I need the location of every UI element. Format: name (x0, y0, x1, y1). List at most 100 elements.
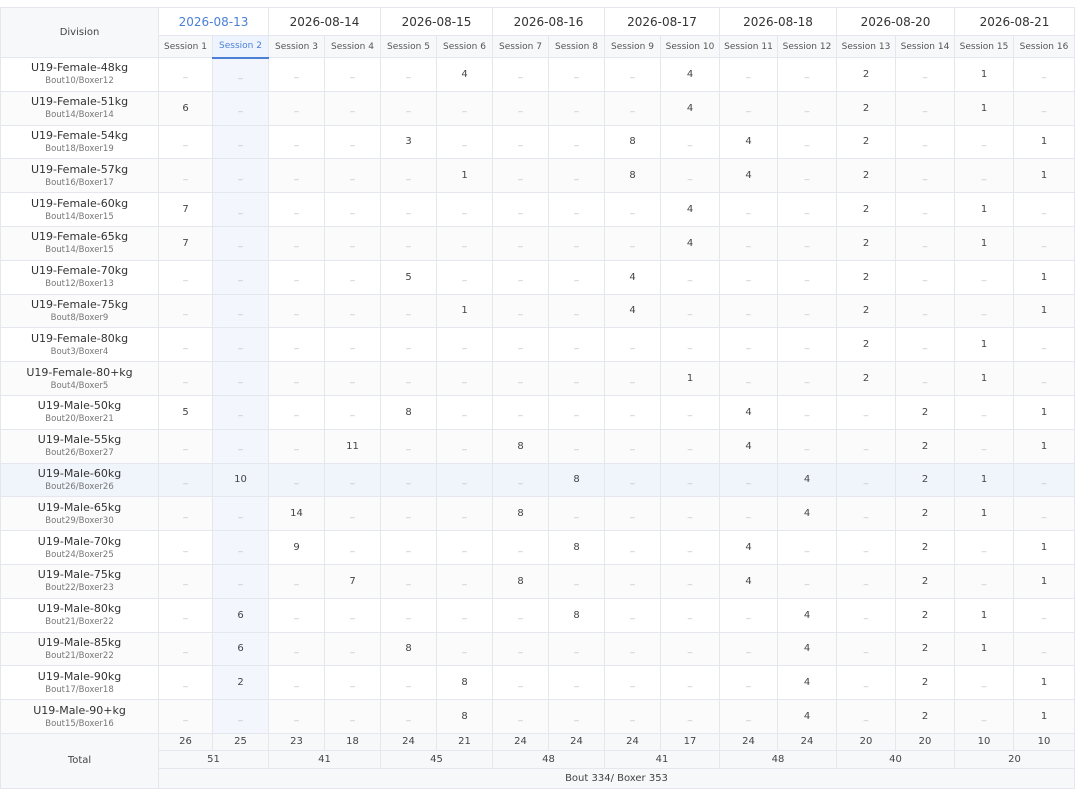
session-count-cell[interactable]: _ (1013, 327, 1075, 363)
session-count-cell[interactable]: _ (719, 631, 778, 667)
session-count-cell[interactable]: _ (158, 124, 213, 160)
session-count-cell[interactable]: _ (492, 57, 549, 92)
session-count-cell[interactable]: _ (380, 158, 437, 194)
session-count-cell[interactable]: _ (212, 496, 269, 532)
table-row[interactable]: U19-Female-80+kg Bout4/Boxer5 _ _ _ _ _ _ _ _ _ 1 _ _… (0, 361, 1075, 396)
session-count-cell[interactable]: _ (895, 90, 955, 126)
session-count-cell[interactable]: 4 (660, 57, 720, 92)
session-count-cell[interactable]: 1 (954, 496, 1014, 532)
session-count-cell[interactable]: 4 (436, 57, 493, 92)
session-count-cell[interactable]: _ (719, 496, 778, 532)
session-header[interactable]: Session 6 (436, 35, 493, 58)
session-header[interactable]: Session 12 (777, 35, 837, 58)
session-count-cell[interactable]: _ (836, 563, 896, 599)
session-count-cell[interactable]: _ (719, 192, 778, 227)
session-count-cell[interactable]: 2 (895, 631, 955, 667)
session-count-cell[interactable]: _ (548, 90, 605, 126)
session-count-cell[interactable]: _ (212, 563, 269, 599)
session-count-cell[interactable]: 6 (158, 90, 213, 126)
session-count-cell[interactable]: _ (158, 597, 213, 633)
session-count-cell[interactable]: _ (604, 530, 661, 565)
session-count-cell[interactable]: 2 (836, 124, 896, 160)
session-count-cell[interactable]: _ (604, 631, 661, 667)
session-count-cell[interactable]: _ (324, 462, 381, 498)
session-count-cell[interactable]: _ (719, 361, 778, 396)
session-count-cell[interactable]: _ (324, 192, 381, 227)
session-count-cell[interactable]: _ (604, 57, 661, 92)
session-count-cell[interactable]: 1 (436, 293, 493, 329)
session-count-cell[interactable]: 1 (1013, 530, 1075, 565)
session-count-cell[interactable]: _ (836, 597, 896, 633)
session-count-cell[interactable]: _ (436, 462, 493, 498)
session-count-cell[interactable]: _ (777, 225, 837, 261)
session-count-cell[interactable]: _ (436, 428, 493, 464)
session-count-cell[interactable]: _ (324, 496, 381, 532)
session-count-cell[interactable]: _ (548, 259, 605, 295)
session-count-cell[interactable]: _ (158, 327, 213, 363)
session-count-cell[interactable]: _ (895, 293, 955, 329)
session-count-cell[interactable]: 4 (719, 158, 778, 194)
session-count-cell[interactable]: _ (212, 259, 269, 295)
session-count-cell[interactable]: _ (268, 631, 325, 667)
session-count-cell[interactable]: 8 (492, 428, 549, 464)
session-count-cell[interactable]: _ (604, 699, 661, 734)
session-count-cell[interactable]: _ (954, 699, 1014, 734)
session-count-cell[interactable]: _ (719, 597, 778, 633)
session-count-cell[interactable]: 2 (836, 361, 896, 396)
session-count-cell[interactable]: _ (954, 293, 1014, 329)
session-count-cell[interactable]: 4 (777, 665, 837, 701)
session-header[interactable]: Session 4 (324, 35, 381, 58)
session-count-cell[interactable]: _ (212, 90, 269, 126)
session-count-cell[interactable]: _ (492, 361, 549, 396)
session-count-cell[interactable]: 4 (719, 530, 778, 565)
table-row[interactable]: U19-Female-75kg Bout8/Boxer9 _ _ _ _ _ 1 _ _ 4 _ _ _ 2… (0, 293, 1075, 329)
session-count-cell[interactable]: 7 (324, 563, 381, 599)
session-count-cell[interactable]: _ (719, 665, 778, 701)
table-row[interactable]: U19-Female-60kg Bout14/Boxer15 7 _ _ _ _ _ _ _ _ 4 _… (0, 192, 1075, 227)
session-count-cell[interactable]: _ (954, 665, 1014, 701)
session-header[interactable]: Session 13 (836, 35, 896, 58)
session-count-cell[interactable]: _ (380, 530, 437, 565)
session-count-cell[interactable]: _ (895, 225, 955, 261)
session-count-cell[interactable]: _ (719, 225, 778, 261)
session-count-cell[interactable]: _ (836, 665, 896, 701)
session-count-cell[interactable]: _ (895, 124, 955, 160)
session-count-cell[interactable]: _ (660, 462, 720, 498)
session-count-cell[interactable]: _ (777, 530, 837, 565)
table-row[interactable]: U19-Female-65kg Bout14/Boxer15 7 _ _ _ _ _ _ _ _ 4 _… (0, 225, 1075, 261)
session-count-cell[interactable]: 1 (954, 361, 1014, 396)
session-count-cell[interactable]: _ (436, 192, 493, 227)
session-count-cell[interactable]: _ (777, 259, 837, 295)
session-count-cell[interactable]: 4 (660, 225, 720, 261)
session-count-cell[interactable]: 2 (836, 90, 896, 126)
session-count-cell[interactable]: _ (604, 665, 661, 701)
session-count-cell[interactable]: _ (548, 192, 605, 227)
session-count-cell[interactable]: _ (604, 462, 661, 498)
session-count-cell[interactable]: _ (380, 563, 437, 599)
session-count-cell[interactable]: _ (268, 192, 325, 227)
session-count-cell[interactable]: _ (1013, 225, 1075, 261)
date-header[interactable]: 2026-08-15 (380, 7, 493, 36)
session-count-cell[interactable]: _ (268, 259, 325, 295)
session-count-cell[interactable]: _ (548, 361, 605, 396)
session-count-cell[interactable]: _ (158, 259, 213, 295)
session-count-cell[interactable]: _ (268, 699, 325, 734)
table-row[interactable]: U19-Female-51kg Bout14/Boxer14 6 _ _ _ _ _ _ _ _ 4 _… (0, 90, 1075, 126)
session-count-cell[interactable]: _ (436, 631, 493, 667)
session-count-cell[interactable]: _ (660, 530, 720, 565)
session-count-cell[interactable]: _ (719, 293, 778, 329)
session-header[interactable]: Session 11 (719, 35, 778, 58)
session-count-cell[interactable]: 2 (212, 665, 269, 701)
session-count-cell[interactable]: _ (604, 225, 661, 261)
session-count-cell[interactable]: _ (660, 597, 720, 633)
session-count-cell[interactable]: _ (212, 327, 269, 363)
session-count-cell[interactable]: 11 (324, 428, 381, 464)
session-count-cell[interactable]: _ (660, 428, 720, 464)
session-count-cell[interactable]: 4 (719, 124, 778, 160)
session-count-cell[interactable]: _ (777, 124, 837, 160)
session-count-cell[interactable]: _ (436, 394, 493, 430)
session-count-cell[interactable]: _ (895, 192, 955, 227)
session-count-cell[interactable]: _ (436, 327, 493, 363)
session-count-cell[interactable]: _ (660, 124, 720, 160)
session-count-cell[interactable]: 2 (895, 394, 955, 430)
